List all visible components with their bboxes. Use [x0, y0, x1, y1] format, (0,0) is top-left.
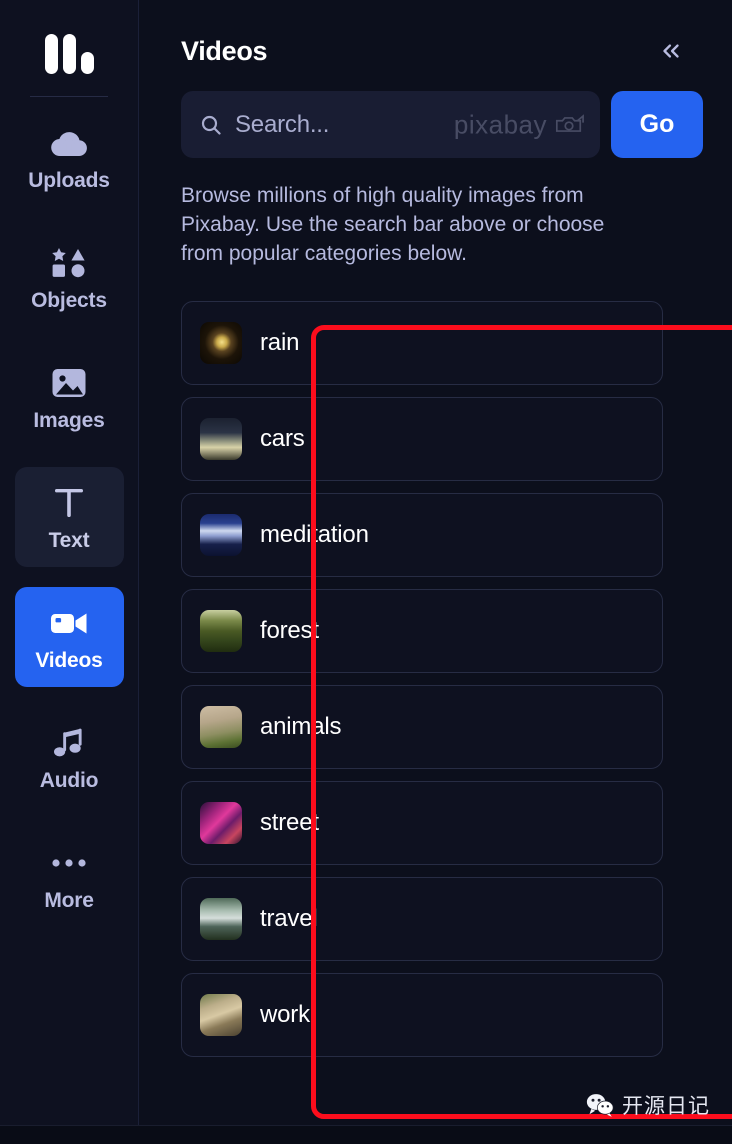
pixabay-watermark: pixabay — [454, 109, 584, 140]
sidebar-item-images[interactable]: Images — [15, 347, 124, 447]
sidebar-item-label: Videos — [35, 648, 103, 672]
category-item[interactable]: work — [181, 972, 663, 1057]
category-thumbnail — [200, 705, 242, 748]
search-icon — [199, 113, 223, 137]
category-label: animals — [260, 712, 342, 740]
watermark: 开源日记 — [586, 1090, 710, 1120]
category-label: travel — [260, 904, 318, 932]
sidebar-item-objects[interactable]: Objects — [15, 227, 124, 327]
category-item[interactable]: meditation — [181, 492, 663, 577]
bottom-bar — [0, 1125, 732, 1144]
category-list: rain cars meditation forest animals street tra… — [139, 287, 732, 1057]
category-item[interactable]: rain — [181, 300, 663, 385]
category-label: meditation — [260, 520, 369, 548]
category-thumbnail — [200, 321, 242, 364]
panel-header: Videos — [139, 0, 732, 68]
search-input[interactable]: Search... pixabay — [181, 91, 600, 158]
video-camera-icon — [49, 604, 89, 642]
sidebar-item-label: Objects — [31, 288, 107, 312]
category-label: forest — [260, 616, 319, 644]
category-thumbnail — [200, 513, 242, 556]
music-note-icon — [52, 724, 86, 762]
category-label: rain — [260, 328, 300, 356]
sidebar-nav: Uploads Objects Images Text Videos Audio More — [0, 107, 138, 947]
category-item[interactable]: cars — [181, 396, 663, 481]
collapse-panel-icon[interactable] — [652, 34, 690, 68]
image-icon — [50, 364, 88, 402]
ellipsis-icon — [51, 844, 87, 882]
go-button[interactable]: Go — [611, 91, 703, 158]
search-placeholder: Search... — [235, 110, 330, 138]
category-thumbnail — [200, 417, 242, 460]
category-item[interactable]: animals — [181, 684, 663, 769]
sidebar-item-label: More — [44, 888, 94, 912]
category-item[interactable]: forest — [181, 588, 663, 673]
sidebar-item-videos[interactable]: Videos — [14, 587, 124, 687]
category-label: work — [260, 1000, 310, 1028]
category-thumbnail — [200, 801, 242, 844]
category-thumbnail — [200, 897, 242, 940]
sidebar-item-label: Audio — [39, 768, 99, 792]
sidebar-item-uploads[interactable]: Uploads — [15, 107, 124, 207]
watermark-label: 开源日记 — [622, 1094, 710, 1118]
sidebar-item-label: Images — [33, 408, 105, 432]
category-thumbnail — [200, 993, 242, 1036]
sidebar-item-text[interactable]: Text — [14, 467, 124, 567]
category-thumbnail — [200, 609, 242, 652]
pixabay-wordmark: pixabay — [453, 109, 547, 139]
chevron-double-left-icon — [663, 44, 679, 58]
category-label: street — [260, 808, 319, 836]
category-item[interactable]: street — [181, 780, 663, 865]
cloud-upload-icon — [49, 124, 89, 162]
sidebar: Uploads Objects Images Text Videos Audio More — [0, 0, 139, 1144]
category-label: cars — [260, 424, 305, 452]
category-item[interactable]: travel — [181, 876, 663, 961]
shapes-icon — [50, 244, 88, 282]
search-row: Search... pixabay Go — [139, 68, 732, 158]
app-logo-icon — [44, 26, 94, 74]
camera-icon — [555, 114, 584, 132]
text-t-icon — [50, 484, 88, 522]
videos-panel: Videos Search... pixabay Go Browse milli… — [139, 0, 732, 1144]
sidebar-divider — [30, 96, 108, 97]
page-title: Videos — [181, 35, 268, 66]
sidebar-item-label: Uploads — [28, 168, 110, 192]
sidebar-item-more[interactable]: More — [15, 827, 124, 927]
sidebar-item-label: Text — [48, 528, 90, 552]
app-root: Uploads Objects Images Text Videos Audio More … — [0, 0, 732, 1144]
wechat-icon — [586, 1094, 614, 1117]
sidebar-item-audio[interactable]: Audio — [15, 707, 124, 807]
panel-description: Browse millions of high quality images f… — [181, 184, 605, 265]
